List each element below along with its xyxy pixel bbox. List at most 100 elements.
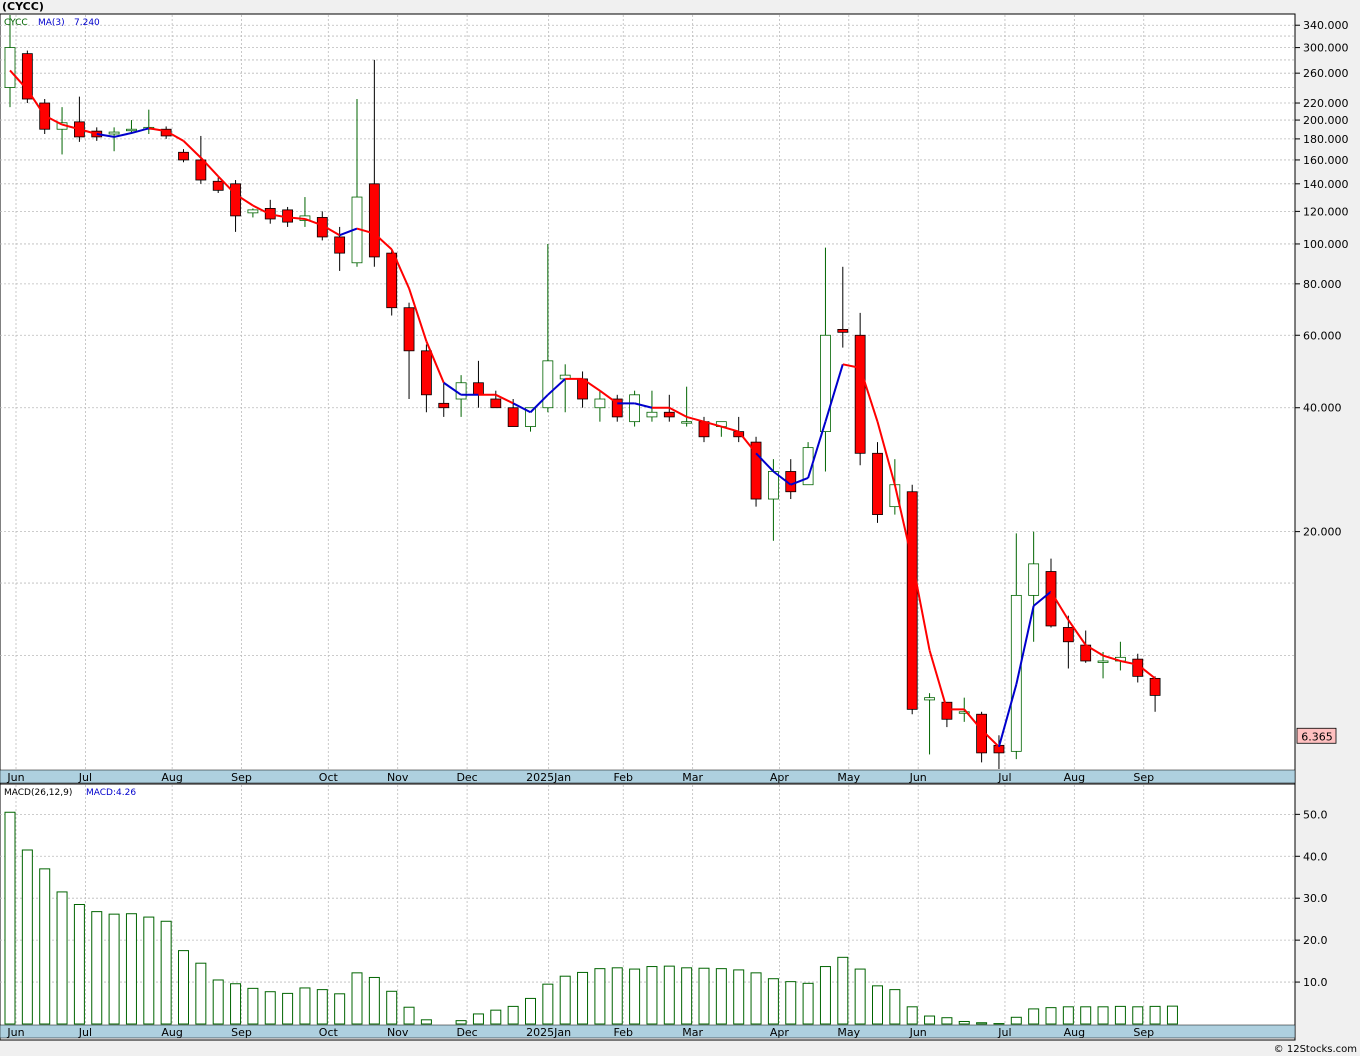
macd-x-label: Apr (770, 1026, 790, 1039)
macd-bar (247, 987, 259, 1025)
macd-x-label: Jun (909, 1026, 927, 1039)
legend-ma-label: MA(3) (38, 18, 65, 28)
macd-bar (73, 904, 85, 1025)
macd-bar (351, 972, 363, 1025)
symbol-title: (CYCC) (2, 0, 44, 13)
macd-bar (629, 968, 641, 1025)
macd-x-label: Aug (1064, 1026, 1085, 1039)
macd-bar (681, 967, 693, 1025)
legend-ma-value: 7.240 (74, 18, 100, 28)
candle (872, 442, 883, 523)
candle-body-up (646, 411, 658, 418)
macd-bar (542, 983, 554, 1025)
candle (629, 390, 640, 427)
macd-bar (108, 913, 120, 1025)
macd-bar (1114, 1005, 1126, 1025)
macd-bar (143, 916, 155, 1025)
candle-body-up (681, 421, 693, 424)
macd-bar (455, 1020, 467, 1025)
macd-bar (386, 990, 398, 1025)
macd-bar (1097, 1006, 1109, 1025)
candle-body-down (368, 183, 380, 258)
macd-x-label: Sep (1133, 1026, 1154, 1039)
candle-body-down (837, 328, 849, 333)
macd-x-label: Sep (231, 1026, 252, 1039)
macd-y-tick-label: 40.0 (1303, 850, 1328, 863)
macd-x-label: Jul (997, 1026, 1011, 1039)
macd-bar (1166, 1005, 1178, 1025)
candle-body-up (1028, 563, 1040, 596)
candle-body-down (473, 382, 484, 396)
candle-body-up (108, 131, 120, 135)
candle-body-down (438, 402, 450, 409)
price-y-tick-label: 220.000 (1303, 97, 1349, 110)
macd-bar (906, 1006, 918, 1025)
macd-x-label: Nov (387, 1026, 409, 1039)
last-price-label: 6.365 (1301, 730, 1333, 743)
macd-bar (889, 989, 901, 1025)
macd-bar (21, 849, 33, 1025)
candle-body-down (386, 252, 398, 309)
macd-bar (420, 1019, 432, 1025)
macd-bar (125, 913, 137, 1025)
legend-symbol: CYCC (4, 18, 28, 28)
macd-x-label: Feb (614, 1026, 633, 1039)
candle-body-down (1062, 627, 1074, 643)
price-y-tick-label: 100.000 (1303, 238, 1349, 251)
macd-bar (1132, 1006, 1144, 1025)
macd-x-label: May (837, 1026, 860, 1039)
candle-body-up (768, 471, 779, 500)
price-y-tick-label: 160.000 (1303, 154, 1349, 167)
macd-xaxis-band (0, 1024, 1296, 1039)
candle-body-down (507, 407, 519, 427)
macd-bar (91, 911, 103, 1025)
macd-bar (698, 967, 710, 1025)
candle-body-down (854, 334, 866, 454)
price-y-tick-label: 80.000 (1303, 278, 1342, 291)
price-y-tick-label: 200.000 (1303, 114, 1349, 127)
macd-x-label: Aug (161, 1026, 182, 1039)
macd-bar (525, 997, 536, 1025)
macd-y-tick-label: 50.0 (1303, 808, 1328, 821)
macd-bar (750, 972, 762, 1025)
price-y-tick-label: 20.000 (1303, 526, 1342, 539)
candle-body-up (924, 697, 935, 701)
price-x-label: Jun (6, 771, 24, 784)
price-y-tick-label: 120.000 (1303, 205, 1349, 218)
macd-bar (490, 1009, 502, 1025)
macd-bar (785, 981, 797, 1025)
price-x-label: Dec (456, 771, 477, 784)
macd-x-label: Oct (319, 1026, 339, 1039)
candle-body-down (212, 180, 224, 191)
price-x-label: Aug (1064, 771, 1085, 784)
macd-bar (4, 811, 16, 1025)
price-y-tick-label: 300.000 (1303, 42, 1349, 55)
macd-bar (334, 993, 346, 1025)
macd-bar (1149, 1005, 1161, 1025)
candle-body-down (906, 491, 918, 710)
candle-body-up (1097, 660, 1109, 663)
macd-legend-name: MACD(26,12,9) (4, 788, 72, 798)
candle-body-up (594, 398, 606, 409)
candle-body-down (178, 151, 189, 161)
candle-body-up (126, 128, 137, 132)
candle-body-down (21, 53, 33, 100)
candle-body-up (247, 209, 259, 214)
price-y-tick-label: 60.000 (1303, 329, 1342, 342)
candle-body-down (195, 159, 207, 181)
macd-bar (1028, 1008, 1040, 1025)
price-x-label: Oct (319, 771, 339, 784)
macd-bar (368, 976, 380, 1025)
price-x-label: Aug (161, 771, 182, 784)
macd-bar (195, 962, 207, 1025)
candle-body-down (872, 452, 883, 515)
candle (750, 436, 762, 507)
macd-bar (472, 1013, 484, 1025)
macd-bar (160, 920, 172, 1025)
copyright-text: © 12Stocks.com (1274, 1044, 1357, 1055)
price-x-label: Apr (770, 771, 790, 784)
macd-bar (976, 1022, 988, 1025)
candle-body-down (698, 421, 710, 438)
macd-bar (837, 956, 849, 1025)
macd-bar (39, 868, 51, 1025)
